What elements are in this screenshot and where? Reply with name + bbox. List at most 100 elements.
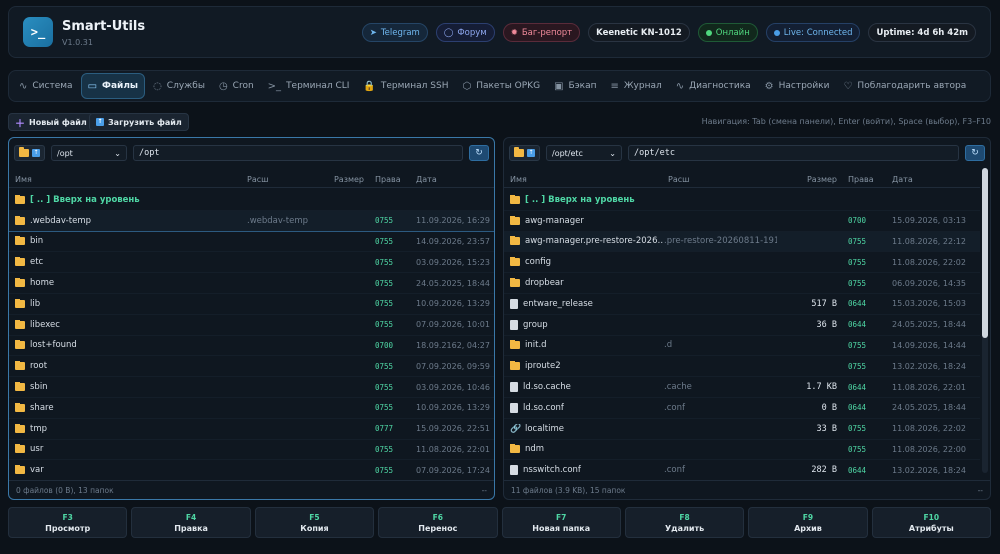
tab-package[interactable]: ⬡ Пакеты OPKG (456, 73, 546, 99)
file-row[interactable]: sbin 0755 03.09.2026, 10:46 (9, 377, 494, 398)
file-row[interactable]: ld.so.conf .conf 0 B 0644 24.05.2025, 18:44 (504, 398, 980, 419)
col-ext[interactable]: Расш (247, 175, 321, 184)
file-ext: .conf (664, 402, 685, 413)
fkey-f4-button[interactable]: F4 Правка (131, 507, 251, 538)
file-row[interactable]: lib 0755 10.09.2026, 13:29 (9, 294, 494, 315)
file-date: 11.08.2026, 22:01 (892, 382, 966, 392)
forum-link[interactable]: ◯ Форум (435, 23, 495, 42)
tab-label: Терминал SSH (380, 81, 449, 91)
file-perm: 0755 (375, 403, 394, 413)
file-row[interactable]: share 0755 10.09.2026, 13:29 (9, 398, 494, 419)
tab-heart[interactable]: ♡ Поблагодарить автора (837, 73, 972, 99)
left-refresh-button[interactable]: ↻ (469, 145, 489, 161)
fkey-f9-button[interactable]: F9 Архив (748, 507, 868, 538)
file-row[interactable]: var 0755 07.09.2026, 17:24 (9, 460, 494, 482)
folder-icon (15, 444, 25, 454)
right-nav-button[interactable]: ↑ (509, 145, 540, 161)
right-mount-select[interactable]: /opt/etc ⌄ (546, 145, 622, 161)
tab-label: Cron (232, 81, 254, 91)
parent-dir-row[interactable]: [ .. ] Вверх на уровень (504, 190, 980, 211)
file-row[interactable]: awg-manager.pre-restore-2026… .pre-restor… (504, 231, 980, 253)
tab-clock[interactable]: ◷ Cron (213, 73, 260, 99)
file-date: 15.09.2026, 22:51 (416, 424, 490, 434)
left-path-input[interactable]: /opt (133, 145, 463, 161)
chevron-down-icon: ⌄ (609, 148, 616, 158)
tab-list[interactable]: ≡ Журнал (604, 73, 667, 99)
file-perm: 0777 (375, 424, 394, 434)
telegram-link[interactable]: ➤ Telegram (361, 23, 428, 42)
file-row[interactable]: lost+found 0700 18.09.2162, 04:27 (9, 336, 494, 357)
col-size[interactable]: Размер (321, 175, 364, 184)
file-name-cell: init.d (504, 340, 664, 350)
fkey-f5-button[interactable]: F5 Копия (254, 507, 375, 538)
folder-icon (15, 194, 25, 204)
right-scrollbar[interactable] (982, 168, 988, 473)
heart-icon: ♡ (843, 80, 853, 92)
fkey-f6-button[interactable]: F6 Перенос (378, 507, 498, 538)
file-row[interactable]: bin 0755 14.09.2026, 23:57 (9, 232, 494, 253)
tab-label: Службы (166, 81, 205, 91)
file-row[interactable]: nsswitch.conf .conf 282 B 0644 13.02.2026, 1… (504, 460, 980, 482)
left-mount-select[interactable]: /opt ⌄ (51, 145, 127, 161)
tab-gear[interactable]: ⚙ Настройки (759, 73, 836, 99)
fkey-f3-button[interactable]: F3 Просмотр (8, 507, 128, 538)
file-row[interactable]: root 0755 07.09.2026, 09:59 (9, 356, 494, 378)
col-name[interactable]: Имя (504, 175, 664, 184)
left-file-panel[interactable]: ↑ /opt ⌄ /opt ↻ Имя Расш Размер Права Да… (8, 137, 495, 500)
file-name: localtime (525, 423, 565, 434)
chat-icon: ◯ (443, 27, 454, 38)
file-row[interactable]: awg-manager 0700 15.09.2026, 03:13 (504, 211, 980, 232)
function-key-bar: F3 Просмотр F4 Правка F5 Копия F6 Перенос F7 Нова… (8, 507, 991, 538)
file-row[interactable]: ld.so.cache .cache 1.7 KB 0644 11.08.2026, 2… (504, 377, 980, 398)
tab-folder[interactable]: ▭ Файлы (80, 73, 146, 99)
file-row[interactable]: tmp 0777 15.09.2026, 22:51 (9, 419, 494, 440)
file-row[interactable]: .webdav-temp .webdav-temp 0755 11.09.2026, … (9, 210, 494, 232)
parent-dir-row[interactable]: [ .. ] Вверх на уровень (9, 190, 494, 211)
file-row[interactable]: iproute2 0755 13.02.2026, 18:24 (504, 356, 980, 378)
file-row[interactable]: init.d .d 0755 14.09.2026, 14:44 (504, 336, 980, 357)
file-row[interactable]: home 0755 24.05.2025, 18:44 (9, 273, 494, 294)
new-file-button[interactable]: ＋ Новый файл (8, 113, 94, 131)
parent-dir-label: [ .. ] Вверх на уровень (30, 194, 140, 205)
fkey-f7-button[interactable]: F7 Новая папка (501, 507, 621, 538)
bug-report-link[interactable]: ✹ Баг-репорт (502, 23, 581, 42)
file-row[interactable]: ndm 0755 11.08.2026, 22:00 (504, 440, 980, 461)
upload-file-button[interactable]: ↑ Загрузить файл (89, 113, 189, 131)
fkey-f8-button[interactable]: F8 Удалить (624, 507, 745, 538)
file-name-cell: libexec (9, 319, 247, 330)
tab-spinner[interactable]: ◌ Службы (147, 73, 211, 99)
file-row[interactable]: group 36 B 0644 24.05.2025, 18:44 (504, 315, 980, 336)
file-row[interactable]: entware_release 517 B 0644 15.03.2026, 15:0… (504, 294, 980, 315)
file-row[interactable]: config 0755 11.08.2026, 22:02 (504, 252, 980, 274)
scroll-thumb[interactable] (982, 168, 988, 338)
right-refresh-button[interactable]: ↻ (965, 145, 985, 161)
col-perm[interactable]: Права (837, 175, 892, 184)
col-size[interactable]: Размер (777, 175, 837, 184)
file-name-cell: nsswitch.conf (504, 465, 664, 476)
tab-activity[interactable]: ∿ Диагностика (670, 73, 757, 99)
tab-save[interactable]: ▣ Бэкап (548, 73, 602, 99)
file-perm: 0644 (848, 465, 867, 475)
file-row[interactable]: dropbear 0755 06.09.2026, 14:35 (504, 273, 980, 294)
col-perm[interactable]: Права (364, 175, 416, 184)
file-perm: 0755 (848, 361, 867, 371)
file-row[interactable]: libexec 0755 07.09.2026, 10:01 (9, 315, 494, 336)
col-date[interactable]: Дата (892, 175, 980, 184)
file-name: home (30, 278, 55, 289)
file-name: group (523, 319, 548, 330)
file-row[interactable]: etc 0755 03.09.2026, 15:23 (9, 252, 494, 274)
tab-terminal[interactable]: >_ Терминал CLI (262, 73, 356, 99)
col-name[interactable]: Имя (9, 175, 247, 184)
file-row[interactable]: 🔗 localtime 33 B 0755 11.08.2026, 22:02 (504, 419, 980, 440)
tab-pulse[interactable]: ∿ Система (13, 73, 79, 99)
folder-icon (15, 278, 25, 288)
right-file-panel[interactable]: ↑ /opt/etc ⌄ /opt/etc ↻ Имя Расш Размер … (503, 137, 991, 500)
tab-lock[interactable]: 🔒 Терминал SSH (357, 73, 454, 99)
file-row[interactable]: usr 0755 11.08.2026, 22:01 (9, 440, 494, 461)
col-date[interactable]: Дата (416, 175, 494, 184)
fkey-f10-button[interactable]: F10 Атрибуты (871, 507, 991, 538)
right-path-input[interactable]: /opt/etc (628, 145, 959, 161)
left-nav-button[interactable]: ↑ (14, 145, 45, 161)
col-ext[interactable]: Расш (664, 175, 777, 184)
file-name: iproute2 (525, 361, 561, 372)
